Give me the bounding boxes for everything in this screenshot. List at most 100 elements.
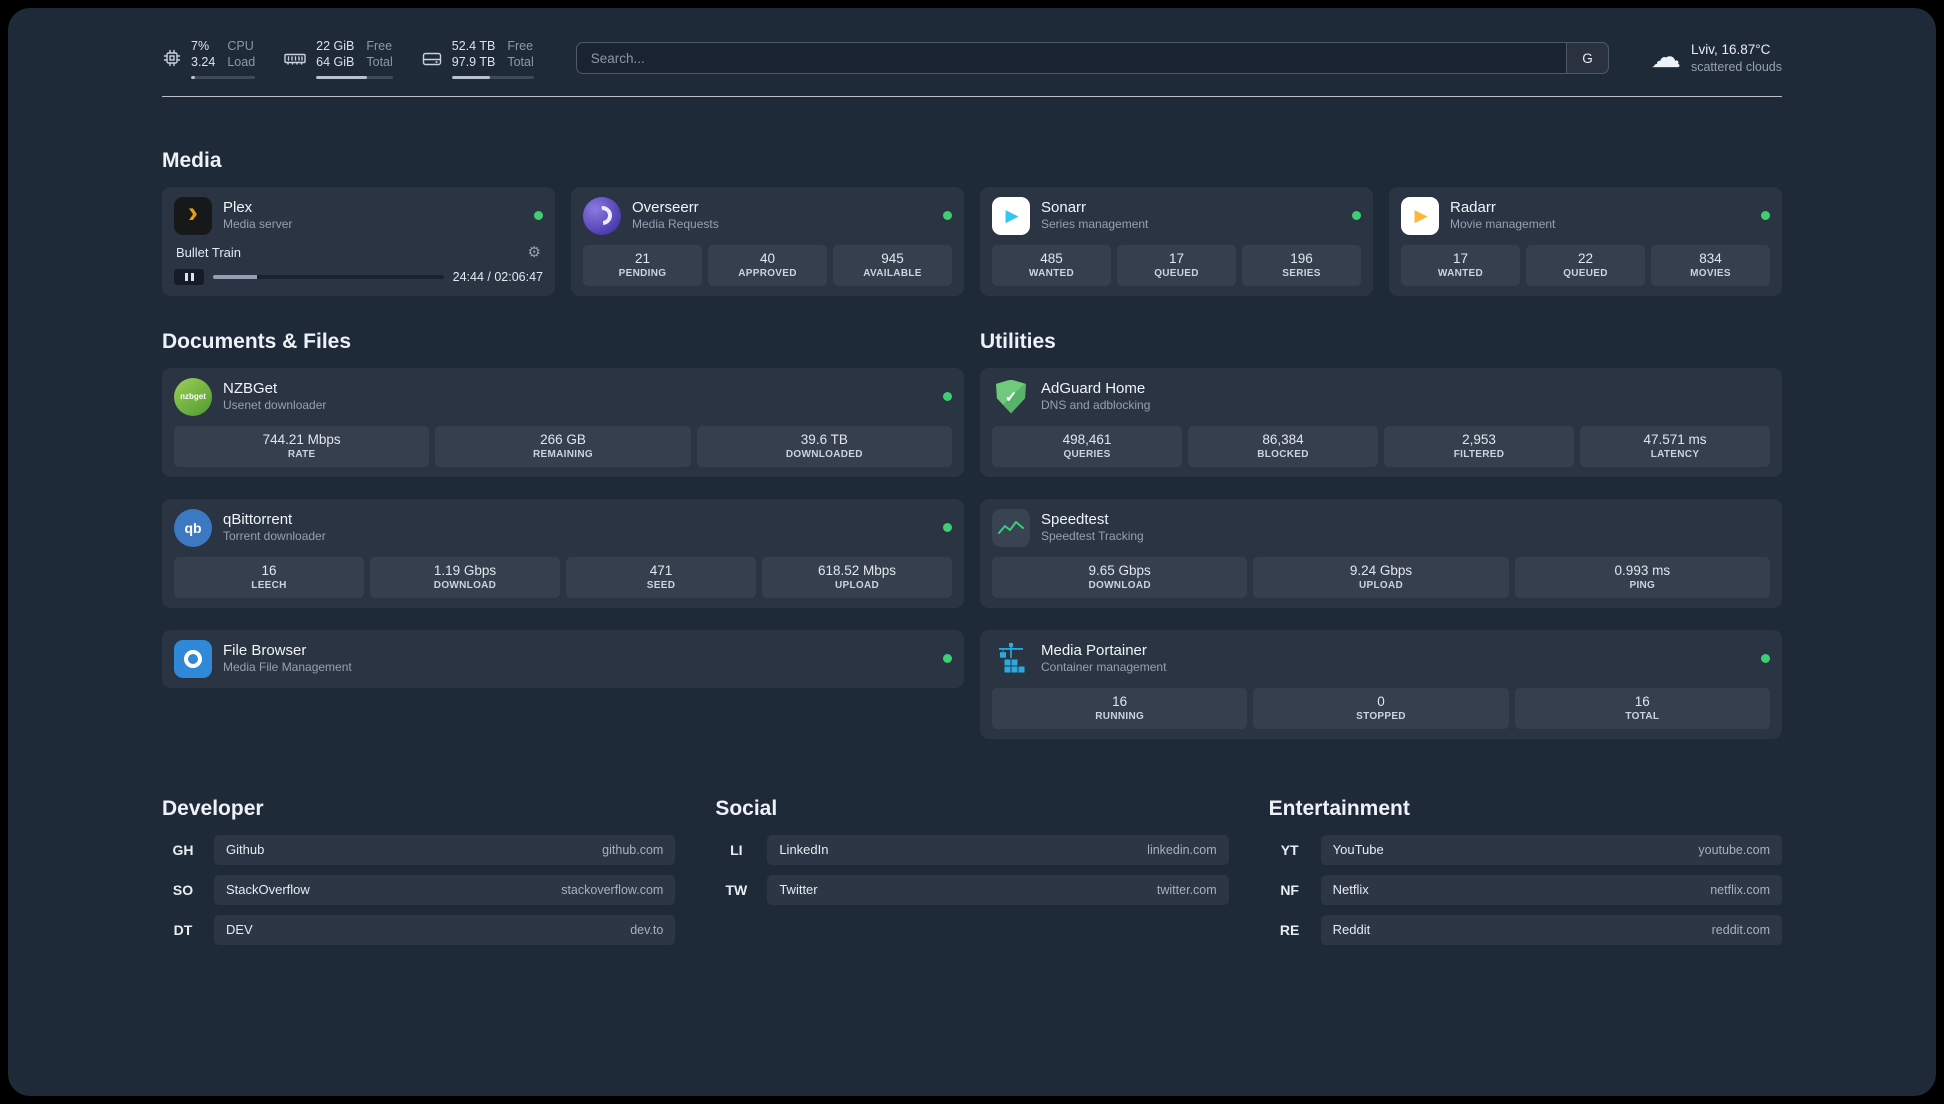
sonarr-icon: ▶ — [992, 196, 1030, 235]
nzbget-card[interactable]: nzbget NZBGet Usenet downloader 744.21 M… — [162, 367, 964, 477]
seek-bar[interactable] — [213, 274, 444, 279]
disk-icon — [421, 48, 443, 68]
disk-bar-fill — [451, 75, 491, 79]
stat-tile: 39.6 TB DOWNLOADED — [696, 425, 952, 467]
overseerr-card[interactable]: Overseerr Media Requests 21 PENDING 40 A… — [571, 186, 964, 296]
weather-condition: scattered clouds — [1690, 59, 1782, 74]
track-title: Bullet Train — [176, 244, 242, 260]
search-bar: G — [575, 42, 1609, 75]
bookmark-link-linkedin[interactable]: LinkedIn linkedin.com — [767, 834, 1229, 865]
memory-bar-fill — [316, 75, 367, 79]
stat-tile: 0.993 ms PING — [1514, 556, 1770, 598]
bookmark-link-netflix[interactable]: Netflix netflix.com — [1320, 874, 1782, 905]
nzbget-icon: nzbget — [174, 377, 212, 416]
bookmark-link-twitter[interactable]: Twitter twitter.com — [767, 874, 1229, 905]
hardware-stats: 7% 3.24 CPU Load 22 GiB 64 GiB Free Tota… — [162, 38, 534, 79]
radarr-card[interactable]: ▶ Radarr Movie management 17 WANTED 22 Q… — [1389, 186, 1782, 296]
stat-tile: 834 MOVIES — [1651, 244, 1770, 286]
portainer-card[interactable]: Media Portainer Container management 16 … — [980, 629, 1782, 739]
seek-fill — [213, 274, 257, 279]
top-bar: 7% 3.24 CPU Load 22 GiB 64 GiB Free Tota… — [162, 38, 1782, 79]
stat-tile: 266 GB REMAINING — [435, 425, 691, 467]
app-name: Radarr — [1450, 198, 1496, 216]
section-media: Media › Plex Media server Bullet Train ⚙… — [162, 149, 1782, 296]
weather-widget: ☁ Lviv, 16.87°C scattered clouds — [1651, 41, 1782, 76]
app-name: AdGuard Home — [1041, 379, 1146, 397]
section-title-media: Media — [162, 148, 222, 172]
pause-button[interactable] — [174, 268, 204, 285]
app-name: Media Portainer — [1041, 641, 1147, 659]
bookmark-row: GH Github github.com — [162, 834, 676, 865]
portainer-icon — [992, 640, 1030, 678]
qbittorrent-icon: qb — [174, 508, 212, 547]
gear-icon[interactable]: ⚙ — [528, 245, 541, 260]
disk-usage-widget: 52.4 TB 97.9 TB Free Total — [421, 38, 534, 79]
stat-tile: 0 STOPPED — [1253, 687, 1509, 729]
section-utilities: Utilities ✓ AdGuard Home DNS and adblock… — [980, 330, 1782, 739]
app-name: Sonarr — [1041, 198, 1087, 216]
section-developer: Developer GH Github github.com SO StackO… — [162, 796, 676, 955]
cpu-label: CPU — [227, 39, 254, 53]
speedtest-card[interactable]: Speedtest Speedtest Tracking 9.65 Gbps D… — [980, 498, 1782, 608]
cpu-load: 3.24 — [191, 55, 216, 70]
plex-now-playing: Bullet Train ⚙ 24:44 / 02:06:47 — [174, 237, 543, 285]
bookmark-row: LI LinkedIn linkedin.com — [715, 834, 1229, 865]
sonarr-card[interactable]: ▶ Sonarr Series management 485 WANTED 17… — [980, 186, 1373, 296]
disk-free: 52.4 TB — [451, 39, 496, 53]
stat-tile: 17 WANTED — [1401, 244, 1520, 286]
bookmark-link-github[interactable]: Github github.com — [214, 834, 676, 865]
search-provider-button[interactable]: G — [1565, 43, 1608, 74]
stat-tile: 498,461 QUERIES — [992, 425, 1182, 467]
adguard-card[interactable]: ✓ AdGuard Home DNS and adblocking 498,46… — [980, 367, 1782, 477]
plex-icon: › — [174, 196, 212, 235]
status-dot — [943, 392, 952, 401]
app-subtitle: Series management — [1041, 217, 1149, 232]
bookmark-abbr: YT — [1280, 841, 1299, 858]
bookmark-row: RE Reddit reddit.com — [1269, 914, 1782, 945]
disk-bar — [451, 75, 534, 79]
section-social: Social LI LinkedIn linkedin.com TW Twitt… — [715, 796, 1229, 955]
radarr-icon: ▶ — [1401, 196, 1439, 235]
stat-tile: 618.52 Mbps UPLOAD — [762, 556, 952, 598]
cpu-sublabel: Load — [227, 55, 256, 70]
app-subtitle: Container management — [1041, 660, 1167, 675]
plex-card[interactable]: › Plex Media server Bullet Train ⚙ 24:44… — [162, 186, 555, 296]
adguard-icon: ✓ — [992, 378, 1030, 416]
section-title-documents: Documents & Files — [162, 329, 352, 353]
filebrowser-card[interactable]: File Browser Media File Management — [162, 629, 964, 688]
section-title-developer: Developer — [162, 796, 264, 820]
bookmark-link-stackoverflow[interactable]: StackOverflow stackoverflow.com — [214, 874, 676, 905]
memory-total: 64 GiB — [316, 55, 355, 70]
qbittorrent-card[interactable]: qb qBittorrent Torrent downloader 16 LEE… — [162, 498, 964, 608]
stat-tile: 196 SERIES — [1242, 244, 1361, 286]
stat-tile: 21 PENDING — [583, 244, 702, 286]
status-dot — [943, 211, 952, 220]
bookmark-link-youtube[interactable]: YouTube youtube.com — [1320, 834, 1782, 865]
disk-total-label: Total — [507, 55, 534, 70]
app-name: File Browser — [223, 641, 307, 659]
bookmark-row: TW Twitter twitter.com — [715, 874, 1229, 905]
cpu-bar — [191, 75, 256, 79]
bookmark-abbr: NF — [1280, 881, 1299, 898]
dashboard-content: 7% 3.24 CPU Load 22 GiB 64 GiB Free Tota… — [162, 8, 1782, 995]
memory-free-label: Free — [366, 39, 393, 53]
bookmark-abbr: DT — [173, 921, 193, 938]
stat-tile: 86,384 BLOCKED — [1188, 425, 1378, 467]
bookmark-row: YT YouTube youtube.com — [1269, 834, 1782, 865]
status-dot — [943, 654, 952, 663]
search-input[interactable] — [576, 43, 1566, 74]
status-dot — [1761, 211, 1770, 220]
bookmark-abbr: RE — [1279, 921, 1300, 938]
section-title-social: Social — [715, 796, 778, 820]
app-subtitle: Torrent downloader — [223, 529, 326, 544]
memory-total-label: Total — [366, 55, 393, 70]
status-dot — [943, 523, 952, 532]
section-title-utilities: Utilities — [980, 329, 1056, 353]
section-entertainment: Entertainment YT YouTube youtube.com NF … — [1269, 797, 1782, 955]
app-subtitle: Media server — [223, 217, 293, 232]
bookmark-link-reddit[interactable]: Reddit reddit.com — [1320, 914, 1782, 945]
stat-tile: 945 AVAILABLE — [833, 244, 952, 286]
app-subtitle: Movie management — [1450, 217, 1556, 232]
stat-tile: 17 QUEUED — [1117, 244, 1236, 286]
bookmark-link-dev[interactable]: DEV dev.to — [214, 914, 676, 945]
